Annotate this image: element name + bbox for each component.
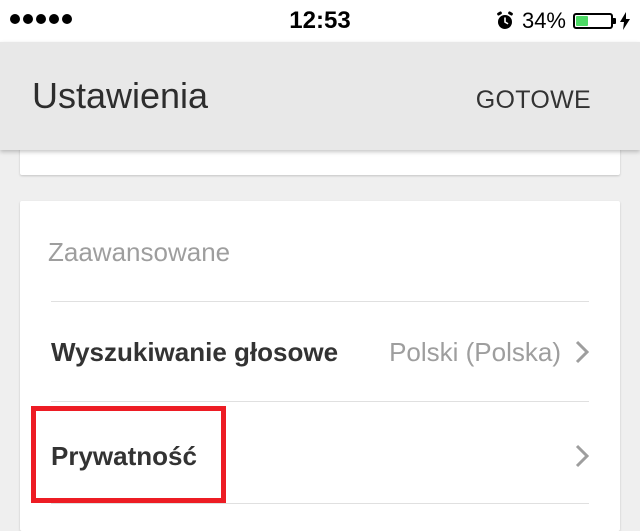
voice-search-row[interactable]: Wyszukiwanie głosowe Polski (Polska) (51, 303, 589, 401)
divider (51, 503, 589, 504)
app-bar: Ustawienia GOTOWE (0, 42, 640, 150)
privacy-row[interactable]: Prywatność (51, 407, 589, 505)
chevron-right-icon (575, 444, 589, 468)
charging-bolt-icon (620, 12, 630, 30)
advanced-settings-card: Zaawansowane Wyszukiwanie głosowe Polski… (20, 201, 620, 531)
battery-percent: 34% (521, 8, 566, 33)
alarm-icon (495, 11, 515, 31)
status-indicators: 34% (495, 6, 630, 36)
voice-search-value: Polski (Polska) (389, 336, 561, 367)
divider (51, 301, 589, 302)
privacy-label: Prywatność (51, 440, 197, 471)
done-button[interactable]: GOTOWE (476, 86, 591, 115)
divider (51, 401, 589, 402)
chevron-right-icon (575, 340, 589, 364)
page-title: Ustawienia (32, 75, 209, 116)
battery-icon (573, 13, 616, 29)
battery-level-fill (576, 16, 588, 26)
status-bar: 12:53 34% (0, 0, 640, 42)
section-header-advanced: Zaawansowane (48, 237, 231, 267)
voice-search-label: Wyszukiwanie głosowe (51, 336, 339, 367)
